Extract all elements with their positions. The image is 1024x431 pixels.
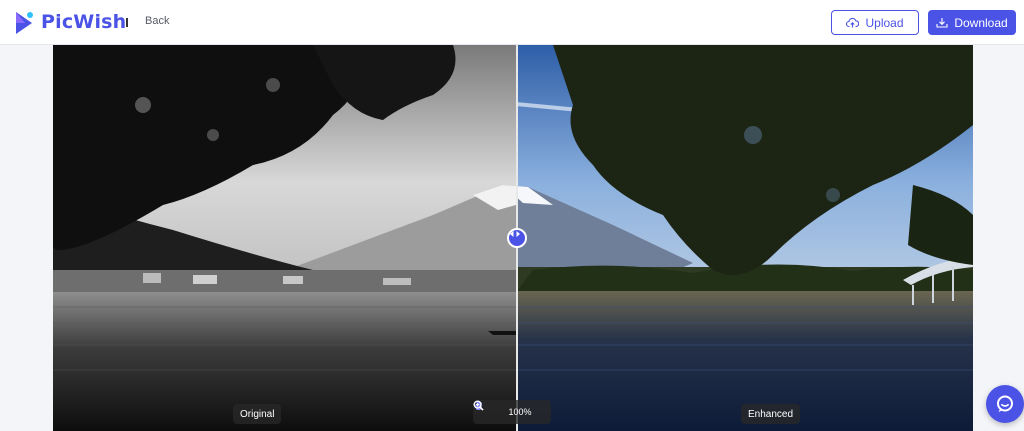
zoom-toolbar: 100% (473, 400, 551, 424)
download-label: Download (954, 15, 1008, 30)
chat-button[interactable] (986, 385, 1024, 423)
zoom-out-icon[interactable] (473, 400, 503, 418)
compare-split-handle[interactable] (507, 228, 527, 248)
enhanced-label: Enhanced (741, 404, 801, 424)
header-divider (126, 18, 128, 27)
zoom-in-icon[interactable] (473, 400, 548, 418)
picwish-logo-icon (16, 12, 33, 34)
compare-viewer[interactable]: Original Enhanced 100% (53, 45, 973, 431)
chat-bubble-icon (997, 395, 1013, 412)
brand-name[interactable]: PicWish (41, 11, 126, 33)
zoom-level: 100% (508, 407, 532, 417)
cloud-upload-icon (846, 17, 860, 28)
download-button[interactable]: Download (928, 10, 1016, 35)
split-handle-arrows-icon (510, 231, 520, 237)
original-label: Original (233, 404, 282, 424)
top-bar: PicWish Back Upload Download (0, 0, 1024, 45)
upload-label: Upload (865, 15, 904, 30)
back-link[interactable]: Back (145, 15, 169, 27)
download-icon (936, 18, 948, 28)
upload-button[interactable]: Upload (831, 10, 919, 35)
